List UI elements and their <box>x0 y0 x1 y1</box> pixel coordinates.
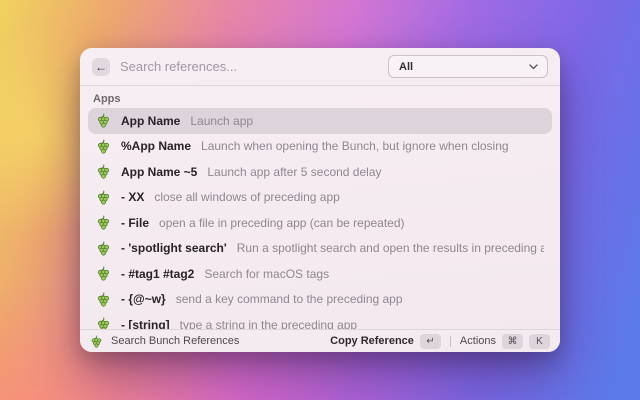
bunch-grapes-icon <box>97 113 110 128</box>
list-item-title: App Name <box>121 113 181 128</box>
list-item[interactable]: App Name Launch app <box>88 108 552 134</box>
chevron-down-icon <box>529 63 538 70</box>
filter-dropdown[interactable]: All <box>388 55 548 78</box>
actions-label: Actions <box>459 335 496 347</box>
list-item-subtitle: Run a spotlight search and open the resu… <box>236 241 544 256</box>
filter-dropdown-value: All <box>399 60 414 73</box>
copy-reference-label: Copy Reference <box>330 335 414 347</box>
section-header-apps: Apps <box>93 93 121 105</box>
desktop-background: { "window": { "header": { "search_placeh… <box>0 0 640 400</box>
footer-actions: Copy Reference ↵ Actions ⌘ K <box>330 333 550 349</box>
bunch-grapes-icon <box>97 317 110 329</box>
list-item-title: App Name ~5 <box>121 164 198 179</box>
list-item[interactable]: - XX close all windows of preceding app <box>88 185 552 211</box>
list-item-subtitle: Launch when opening the Bunch, but ignor… <box>201 139 509 154</box>
k-key-badge: K <box>529 333 550 349</box>
enter-key-badge: ↵ <box>419 333 441 349</box>
list-item[interactable]: %App Name Launch when opening the Bunch,… <box>88 134 552 160</box>
list-item-title: - 'spotlight search' <box>121 241 227 256</box>
footer-source: Search Bunch References <box>90 334 240 348</box>
results-list: Apps App Name Launch app %App Name Launc… <box>80 86 560 329</box>
list-item[interactable]: - #tag1 #tag2 Search for macOS tags <box>88 261 552 287</box>
list-item-subtitle: type a string in the preceding app <box>179 317 358 329</box>
bunch-grapes-icon <box>97 190 110 205</box>
list-item-subtitle: Launch app after 5 second delay <box>207 164 382 179</box>
bunch-grapes-icon <box>97 266 110 281</box>
list-item-subtitle: Launch app <box>190 113 254 128</box>
cmd-key-badge: ⌘ <box>502 333 523 349</box>
list-item-title: - File <box>121 215 150 230</box>
list-item-title: %App Name <box>121 139 192 154</box>
actions-button[interactable]: Actions ⌘ K <box>459 333 550 349</box>
bunch-grapes-icon <box>91 334 102 348</box>
list-item[interactable]: - {@~w} send a key command to the preced… <box>88 287 552 313</box>
search-input[interactable] <box>110 59 388 74</box>
list-item-title: - XX <box>121 190 145 205</box>
launcher-window: ← All Apps App Name Launch app %App Name… <box>80 48 560 352</box>
bunch-grapes-icon <box>97 215 110 230</box>
bunch-grapes-icon <box>97 241 110 256</box>
list-item-title: - #tag1 #tag2 <box>121 266 195 281</box>
bunch-grapes-icon <box>97 164 110 179</box>
back-button[interactable]: ← <box>92 57 110 76</box>
list-item[interactable]: - [string] type a string in the precedin… <box>88 312 552 329</box>
list-item-title: - {@~w} <box>121 292 166 307</box>
search-header: ← All <box>80 48 560 86</box>
copy-reference-button[interactable]: Copy Reference ↵ <box>330 333 441 349</box>
list-item[interactable]: - 'spotlight search' Run a spotlight sea… <box>88 236 552 262</box>
list-item-subtitle: open a file in preceding app (can be rep… <box>159 215 405 230</box>
bunch-grapes-icon <box>97 139 110 154</box>
footer-divider <box>449 335 451 347</box>
bunch-grapes-icon <box>97 292 110 307</box>
footer-source-name: Search Bunch References <box>111 335 240 347</box>
list-item-subtitle: Search for macOS tags <box>204 266 330 281</box>
list-item-title: - [string] <box>121 317 170 329</box>
list-item-subtitle: send a key command to the preceding app <box>175 292 403 307</box>
list-item[interactable]: App Name ~5 Launch app after 5 second de… <box>88 159 552 185</box>
list-item[interactable]: - File open a file in preceding app (can… <box>88 210 552 236</box>
list-item-subtitle: close all windows of preceding app <box>154 190 340 205</box>
status-bar: Search Bunch References Copy Reference ↵… <box>80 329 560 352</box>
arrow-left-icon: ← <box>95 59 107 74</box>
